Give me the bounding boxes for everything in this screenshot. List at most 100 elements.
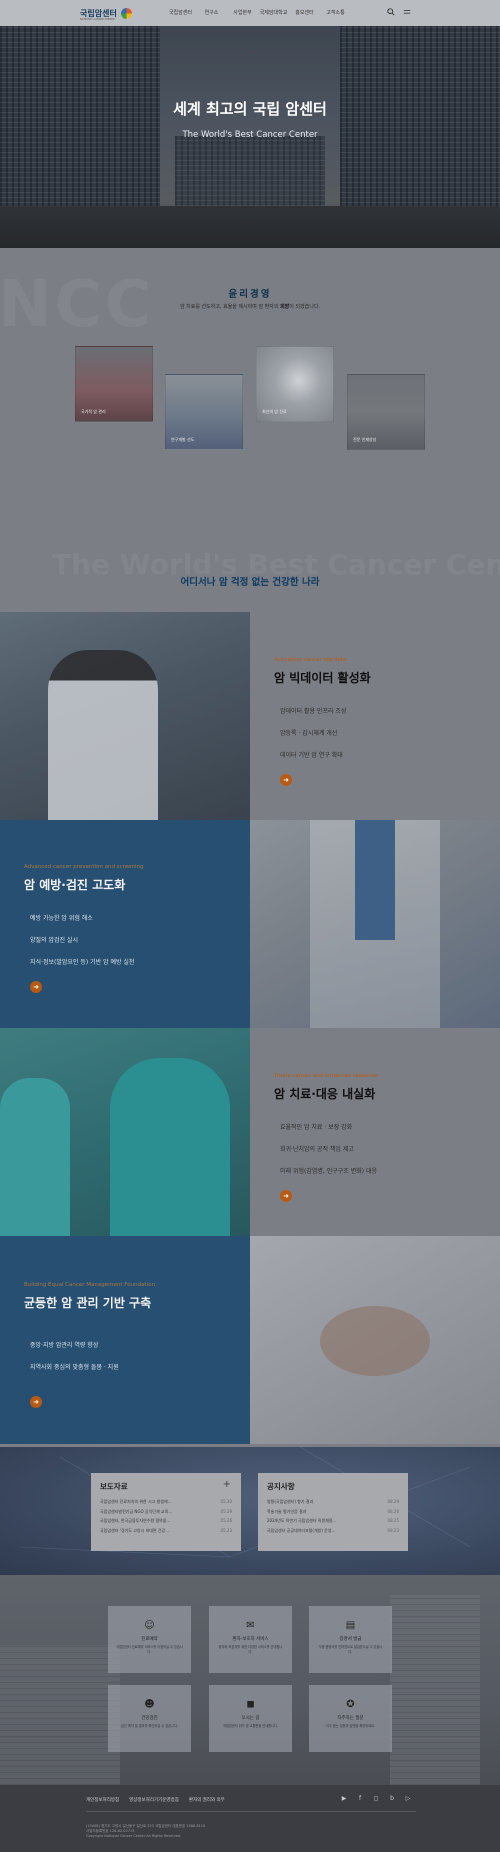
ethics-card-talent[interactable]: 전문 인재양성 xyxy=(347,374,425,450)
list-item: 데이터 기반 암 연구 확대 xyxy=(280,752,343,759)
list-item[interactable]: 2024년도 하반기 국립암센터 직원채용... 08.25 xyxy=(267,1516,399,1526)
news-item-text: 학술기술 평가인증 결과 xyxy=(267,1508,307,1514)
logo-subtext: NATIONAL CANCER CENTER xyxy=(80,18,115,21)
hero-subtitle: The World's Best Cancer Center xyxy=(182,130,318,140)
medal-icon: ✪ xyxy=(346,1699,355,1710)
nav-item-research[interactable]: 연구소 xyxy=(196,9,227,16)
list-item[interactable]: 국립암센터발전기금 NGO 공익단체 교육... 05.29 xyxy=(100,1507,232,1517)
team-hands-photo xyxy=(250,1236,500,1444)
section-kicker: Activating cancer big data xyxy=(274,657,347,663)
logo[interactable]: 국립암센터 NATIONAL CANCER CENTER xyxy=(80,5,132,21)
section-text: Advanced cancer prevention and screening… xyxy=(0,820,250,1028)
section-kicker: Treats cancer and enhances response xyxy=(274,1073,378,1079)
ethics-card-label: 연구개발 선도 xyxy=(171,437,195,442)
site-header: 국립암센터 NATIONAL CANCER CENTER 국립암센터 연구소 사… xyxy=(0,0,500,26)
ethics-card-care[interactable]: 최선의 암 진료 xyxy=(256,346,334,422)
section-treatment: Treats cancer and enhances response 암 치료… xyxy=(0,1028,500,1236)
tile-title: 환자·보호자 서비스 xyxy=(232,1637,269,1642)
ethics-desc-end: 이 되겠습니다. xyxy=(289,304,321,310)
nav-item-ncc[interactable]: 국립암센터 xyxy=(165,9,196,16)
news-item-text: 병원(국립암센터) 향기 결과 xyxy=(267,1499,314,1504)
nav-item-business[interactable]: 사업본부 xyxy=(227,9,258,16)
facebook-icon[interactable]: f xyxy=(356,1795,364,1803)
network-background xyxy=(19,1447,471,1558)
list-item[interactable]: 국립암센터, 한국금융투자연수원 협약을... 05.26 xyxy=(100,1516,232,1526)
list-item[interactable]: 국립암센터 공공데이터포털(개방) 운영... 08.23 xyxy=(267,1526,399,1536)
nav-item-graduate-school[interactable]: 국제암대학교 xyxy=(258,9,289,16)
play-icon[interactable]: ▷ xyxy=(404,1795,412,1803)
quick-link-tile[interactable]: ▤ 증명서 발급 각종 증명서를 인터넷으로 발급받으실 수 있습니다. xyxy=(309,1606,392,1673)
list-item[interactable]: 국립암센터 ‘경기도 고양시 비대면 건강... 05.23 xyxy=(100,1526,232,1536)
notice-list: 병원(국립암센터) 향기 결과 08.29 학술기술 평가인증 결과 08.26 2… xyxy=(267,1497,399,1535)
press-release-box: 보도자료 + 국립암센터 진료지속의 위한 시고 발생에... 05.30 국립암… xyxy=(91,1473,241,1551)
more-arrow-button[interactable]: ➜ xyxy=(30,1396,42,1408)
list-item: 중앙·지방 암관리 역량 향상 xyxy=(30,1342,99,1349)
tile-subtitle: 각종 증명서를 인터넷으로 발급받으실 수 있습니다. xyxy=(318,1645,383,1654)
logo-mark-icon xyxy=(120,7,132,19)
footer-link-privacy[interactable]: 개인정보처리방침 xyxy=(86,1797,119,1803)
press-release-list: 국립암센터 진료지속의 위한 시고 발생에... 05.30 국립암센터발전기금 … xyxy=(100,1497,232,1535)
news-item-text: 국립암센터발전기금 NGO 공익단체 교육... xyxy=(100,1508,173,1514)
list-item: 미래 위험(감염병, 인구구조 변화) 대응 xyxy=(280,1168,378,1175)
tile-title: 자주하는 질문 xyxy=(337,1716,364,1721)
quick-link-tile[interactable]: ☻ 건강검진 검진 예약 및 결과를 확인하실 수 있습니다. xyxy=(108,1685,191,1752)
section-kicker: Advanced cancer prevention and screening xyxy=(24,864,144,870)
more-plus-icon[interactable]: + xyxy=(223,1479,231,1490)
search-icon[interactable] xyxy=(386,8,395,17)
footer-copyright-text: Copyright National Cancer Center All Rig… xyxy=(86,1834,182,1838)
ethics-desc-bold: 희망 xyxy=(280,304,290,310)
nav-item-customer[interactable]: 고객소통 xyxy=(320,9,351,16)
section-text: Treats cancer and enhances response 암 치료… xyxy=(250,1028,500,1236)
notice-box: 공지사항 병원(국립암센터) 향기 결과 08.29 학술기술 평가인증 결과 08… xyxy=(258,1473,408,1551)
list-item[interactable]: 국립암센터 진료지속의 위한 시고 발생에... 05.30 xyxy=(100,1497,232,1507)
news-item-date: 05.26 xyxy=(220,1518,232,1523)
more-arrow-button[interactable]: ➜ xyxy=(280,1190,292,1202)
more-arrow-button[interactable]: ➜ xyxy=(30,981,42,993)
user-icon: ☻ xyxy=(144,1699,155,1710)
list-item[interactable]: 학술기술 평가인증 결과 08.26 xyxy=(267,1507,399,1517)
hero-banner: 세계 최고의 국립 암센터 The World's Best Cancer Ce… xyxy=(0,26,500,248)
more-arrow-button[interactable]: ➜ xyxy=(280,774,292,786)
quick-link-tile[interactable]: ✪ 자주하는 질문 자주 묻는 질문과 답변을 확인하세요. xyxy=(309,1685,392,1752)
footer-link-patient-rights[interactable]: 환자의 권리와 의무 xyxy=(189,1797,225,1803)
document-icon: ▤ xyxy=(345,1620,356,1631)
tile-subtitle: 환자와 보호자를 위한 다양한 서비스를 안내합니다. xyxy=(218,1645,283,1654)
surgeon-figure xyxy=(110,1058,230,1236)
main-nav: 국립암센터 연구소 사업본부 국제암대학교 홍보센터 고객소통 xyxy=(165,9,351,16)
list-item[interactable]: 병원(국립암센터) 향기 결과 08.29 xyxy=(267,1497,399,1507)
instagram-icon[interactable]: ◻ xyxy=(372,1795,380,1803)
tile-title: 오시는 길 xyxy=(241,1716,260,1721)
quick-link-tile[interactable]: ◼ 오시는 길 국립암센터 위치 및 교통편을 안내합니다. xyxy=(209,1685,292,1752)
ethics-card-national[interactable]: 국가적 암 관리 xyxy=(75,346,153,422)
menu-icon[interactable] xyxy=(402,8,411,17)
ethics-card-research[interactable]: 연구개발 선도 xyxy=(165,374,243,450)
list-item: 효율적인 암 치료 · 보장 강화 xyxy=(280,1124,353,1131)
quick-link-tile[interactable]: ✉ 환자·보호자 서비스 환자와 보호자를 위한 다양한 서비스를 안내합니다. xyxy=(209,1606,292,1673)
list-item: 예방 가능한 암 위험 해소 xyxy=(30,915,93,922)
section-list: 효율적인 암 치료 · 보장 강화 희귀·난치암의 공적 책임 제고 미래 위험… xyxy=(280,1122,377,1188)
youtube-icon[interactable]: ▶ xyxy=(340,1795,348,1803)
footer-link-cctv[interactable]: 영상정보처리기기운영방침 xyxy=(129,1797,179,1803)
person-icon: ☺ xyxy=(144,1620,155,1631)
section-title: 암 예방·검진 고도화 xyxy=(24,878,126,892)
lab-researcher-photo xyxy=(0,612,250,820)
car-icon: ◼ xyxy=(246,1699,255,1710)
nav-item-pr-center[interactable]: 홍보센터 xyxy=(289,9,320,16)
tile-title: 건강검진 xyxy=(141,1716,158,1721)
news-item-date: 05.30 xyxy=(220,1499,232,1504)
section-equal-care: Building Equal Cancer Management Foundat… xyxy=(0,1236,500,1444)
stacked-hands xyxy=(320,1306,430,1376)
news-item-text: 국립암센터, 한국금융투자연수원 협약을... xyxy=(100,1518,171,1523)
surgery-team-photo xyxy=(0,1028,250,1236)
section-text: Building Equal Cancer Management Foundat… xyxy=(0,1236,250,1444)
help-icon: ✉ xyxy=(246,1620,255,1631)
news-item-date: 08.25 xyxy=(387,1518,399,1523)
section-list: 중앙·지방 암관리 역량 향상 지역사회 중심의 맞춤형 돌봄 · 지원 xyxy=(30,1340,119,1384)
news-item-date: 05.29 xyxy=(220,1508,232,1514)
quick-link-tile[interactable]: ☺ 진료예약 국립암센터 진료예약 서비스를 이용하실 수 있습니다. xyxy=(108,1606,191,1673)
news-item-text: 2024년도 하반기 국립암센터 직원채용... xyxy=(267,1518,337,1523)
list-item: 지식·정보(발암요인 등) 기반 암 예방 실천 xyxy=(30,959,135,966)
blog-icon[interactable]: b xyxy=(388,1795,396,1803)
ethics-card-label: 국가적 암 관리 xyxy=(81,409,106,414)
footer-links: 개인정보처리방침 영상정보처리기기운영방침 환자의 권리와 의무 xyxy=(86,1797,225,1803)
